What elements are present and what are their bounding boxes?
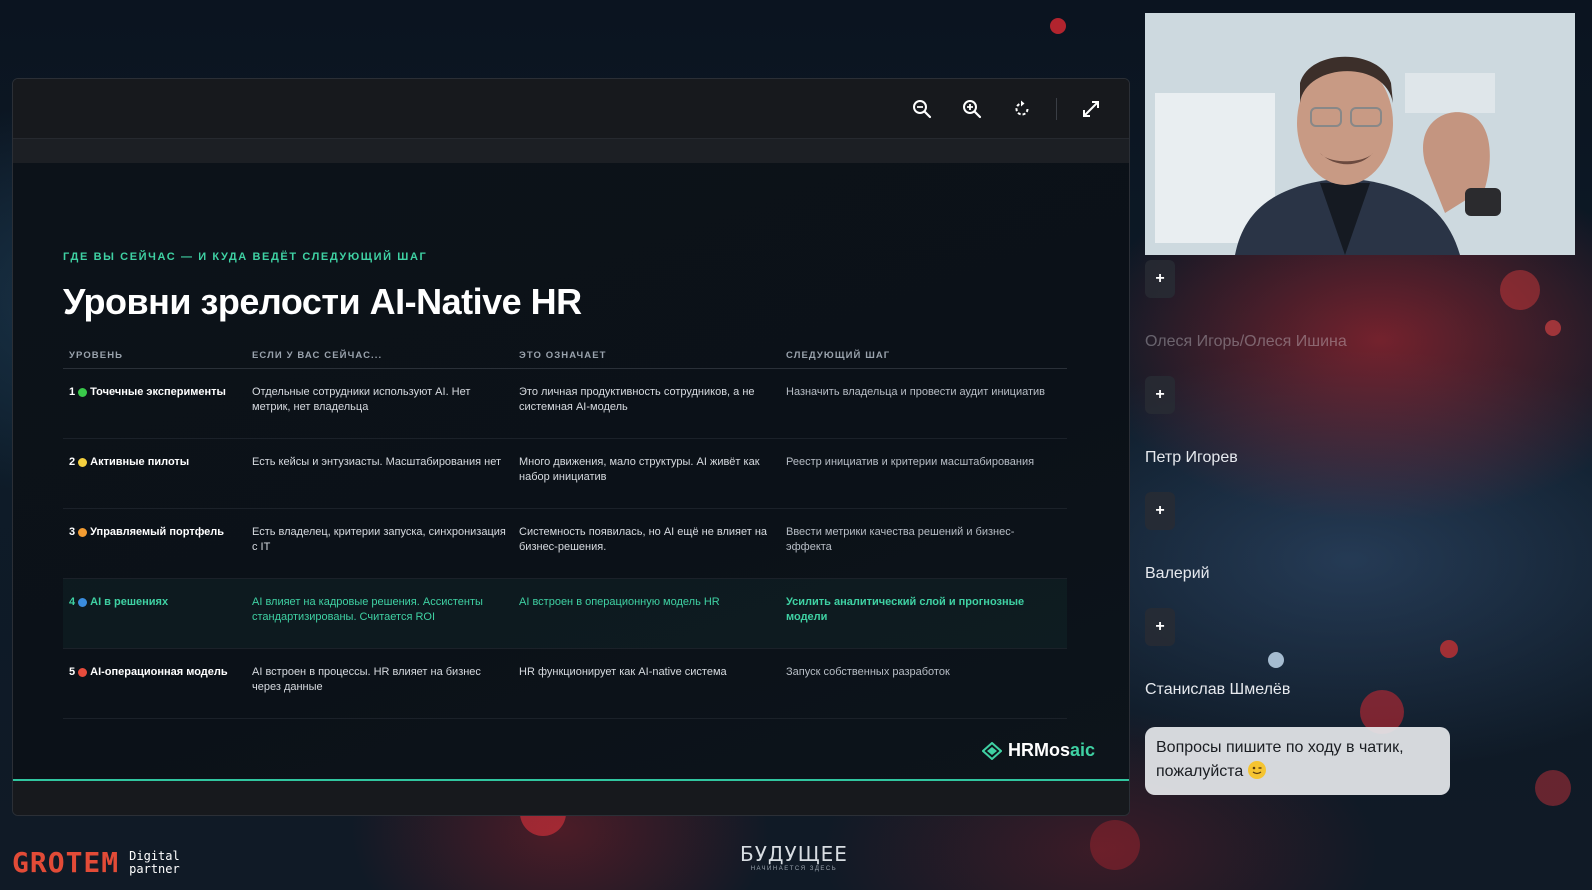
row-now: Есть владелец, критерии запуска, синхрон… xyxy=(252,526,506,553)
bokeh-light xyxy=(1050,18,1066,34)
bokeh-light xyxy=(1440,640,1458,658)
event-logo-sub: НАЧИНАЕТСЯ ЗДЕСЬ xyxy=(750,866,838,872)
row-means: Это личная продуктивность сотрудников, а… xyxy=(519,386,755,413)
row-means: Системность появилась, но AI ещё не влия… xyxy=(519,526,768,553)
table-row: 4 AI в решениях AI влияет на кадровые реше… xyxy=(63,579,1067,649)
grotem-sub-line2: partner xyxy=(129,861,180,876)
grotem-wordmark: GROTEM xyxy=(12,846,120,879)
row-next: Усилить аналитический слой и прогнозные … xyxy=(786,596,1025,623)
row-level-name: AI в решениях xyxy=(90,596,169,608)
fullscreen-button[interactable] xyxy=(1075,93,1107,125)
slide: ГДЕ ВЫ СЕЙЧАС — И КУДА ВЕДЁТ СЛЕДУЮЩИЙ Ш… xyxy=(13,163,1129,783)
rotate-icon xyxy=(1015,100,1029,115)
row-means: Много движения, мало структуры. AI живёт… xyxy=(519,456,760,483)
add-button-label: + xyxy=(1155,618,1165,635)
chat-message: Вопросы пишите по ходу в чатик, пожалуйс… xyxy=(1145,727,1450,795)
bokeh-light xyxy=(1535,770,1571,806)
row-level: 1 Точечные эксперименты xyxy=(63,385,252,400)
zoom-out-button[interactable] xyxy=(906,93,938,125)
header-means: ЭТО ОЗНАЧАЕТ xyxy=(519,350,607,361)
row-means: AI встроен в операционную модель HR xyxy=(519,596,720,608)
grotem-subtitle: Digital partner xyxy=(129,848,180,876)
add-participant-button[interactable]: + xyxy=(1145,608,1175,646)
hrmosaic-logo-icon xyxy=(981,741,1002,760)
toolbar-divider xyxy=(1056,97,1057,120)
row-next: Запуск собственных разработок xyxy=(786,666,950,678)
brand-text-1: HRMos xyxy=(1007,740,1070,760)
grotem-logo: GROTEM Digital partner xyxy=(12,846,180,879)
level-status-dot xyxy=(78,528,88,537)
header-level: УРОВЕНЬ xyxy=(69,350,124,361)
row-now: Есть кейсы и энтузиасты. Масштабирования… xyxy=(252,456,501,468)
participant-name: Станислав Шмелёв xyxy=(1145,681,1291,698)
row-level-name: Управляемый портфель xyxy=(90,526,225,538)
grotem-sub-line1: Digital xyxy=(129,848,180,863)
row-level-name: AI-операционная модель xyxy=(90,666,228,678)
table-row: 3 Управляемый портфель Есть владелец, крит… xyxy=(63,509,1067,579)
maturity-table: УРОВЕНЬ ЕСЛИ У ВАС СЕЙЧАС... ЭТО ОЗНАЧАЕ… xyxy=(63,343,1067,719)
chat-message-text: Вопросы пишите по ходу в чатик, пожалуйс… xyxy=(1156,739,1404,780)
zoom-in-button[interactable] xyxy=(956,93,988,125)
row-next: Назначить владельца и провести аудит ини… xyxy=(786,386,1046,398)
row-level-name: Точечные эксперименты xyxy=(90,386,226,398)
row-means: HR функционирует как AI-native система xyxy=(519,666,727,678)
participant-name: Петр Игорев xyxy=(1145,449,1238,466)
zoom-out-icon xyxy=(913,99,932,118)
participant-name: Валерий xyxy=(1145,565,1210,582)
viewer-subbar xyxy=(13,139,1129,163)
row-now: Отдельные сотрудники используют AI. Нет … xyxy=(252,386,471,413)
add-button-label: + xyxy=(1155,502,1165,519)
hrmosaic-logo: HRMosaic xyxy=(981,740,1095,761)
row-level: 2 Активные пилоты xyxy=(63,455,252,470)
participant-name: Олеся Игорь/Олеся Ишина xyxy=(1145,333,1347,350)
row-now: AI влияет на кадровые решения. Ассистент… xyxy=(252,596,483,623)
viewer-toolbar xyxy=(13,79,1129,139)
header-next: СЛЕДУЮЩИЙ ШАГ xyxy=(786,350,891,361)
bokeh-light xyxy=(1500,270,1540,310)
level-status-dot xyxy=(78,598,88,607)
rotate-button[interactable] xyxy=(1006,93,1038,125)
row-now: AI встроен в процессы. HR влияет на бизн… xyxy=(252,666,481,693)
level-status-dot xyxy=(78,458,88,467)
bokeh-light xyxy=(1268,652,1284,668)
row-level-name: Активные пилоты xyxy=(90,456,190,468)
slide-eyebrow: ГДЕ ВЫ СЕЙЧАС — И КУДА ВЕДЁТ СЛЕДУЮЩИЙ Ш… xyxy=(63,251,428,263)
header-now: ЕСЛИ У ВАС СЕЙЧАС... xyxy=(252,350,383,361)
add-button-label: + xyxy=(1155,386,1165,403)
presentation-viewer: ГДЕ ВЫ СЕЙЧАС — И КУДА ВЕДЁТ СЛЕДУЮЩИЙ Ш… xyxy=(12,78,1130,816)
bokeh-light xyxy=(1545,320,1561,336)
speaker-video-image xyxy=(1145,13,1575,255)
wink-emoji-icon xyxy=(1247,761,1266,779)
add-participant-button[interactable]: + xyxy=(1145,260,1175,298)
add-participant-button[interactable]: + xyxy=(1145,376,1175,414)
event-logo-main: БУДУЩЕЕ xyxy=(740,842,848,866)
bokeh-light xyxy=(1090,820,1140,870)
row-next: Реестр инициатив и критерии масштабирова… xyxy=(786,456,1035,468)
event-logo: БУДУЩЕЕ НАЧИНАЕТСЯ ЗДЕСЬ xyxy=(740,842,848,872)
row-level: 4 AI в решениях xyxy=(63,595,252,610)
row-next: Ввести метрики качества решений и бизнес… xyxy=(786,526,1015,553)
viewer-bottom-strip xyxy=(13,781,1129,815)
row-level-number: 2 xyxy=(69,456,76,468)
table-row: 1 Точечные эксперименты Отдельные сотрудни… xyxy=(63,369,1067,439)
speaker-video xyxy=(1145,13,1575,255)
level-status-dot xyxy=(78,668,88,677)
row-level-number: 3 xyxy=(69,526,76,538)
add-button-label: + xyxy=(1155,270,1165,287)
expand-icon xyxy=(1083,100,1099,117)
level-status-dot xyxy=(78,388,88,397)
table-header: УРОВЕНЬ ЕСЛИ У ВАС СЕЙЧАС... ЭТО ОЗНАЧАЕ… xyxy=(63,343,1067,369)
row-level-number: 5 xyxy=(69,666,76,678)
row-level-number: 1 xyxy=(69,386,76,398)
slide-title: Уровни зрелости AI-Native HR xyxy=(63,281,582,322)
zoom-in-icon xyxy=(963,99,982,118)
table-row: 2 Активные пилоты Есть кейсы и энтузиасты.… xyxy=(63,439,1067,509)
row-level-number: 4 xyxy=(69,596,76,608)
row-level: 3 Управляемый портфель xyxy=(63,525,252,540)
row-level: 5 AI-операционная модель xyxy=(63,665,252,680)
brand-text-2: aic xyxy=(1069,740,1095,760)
add-participant-button[interactable]: + xyxy=(1145,492,1175,530)
table-row: 5 AI-операционная модель AI встроен в проц… xyxy=(63,649,1067,719)
